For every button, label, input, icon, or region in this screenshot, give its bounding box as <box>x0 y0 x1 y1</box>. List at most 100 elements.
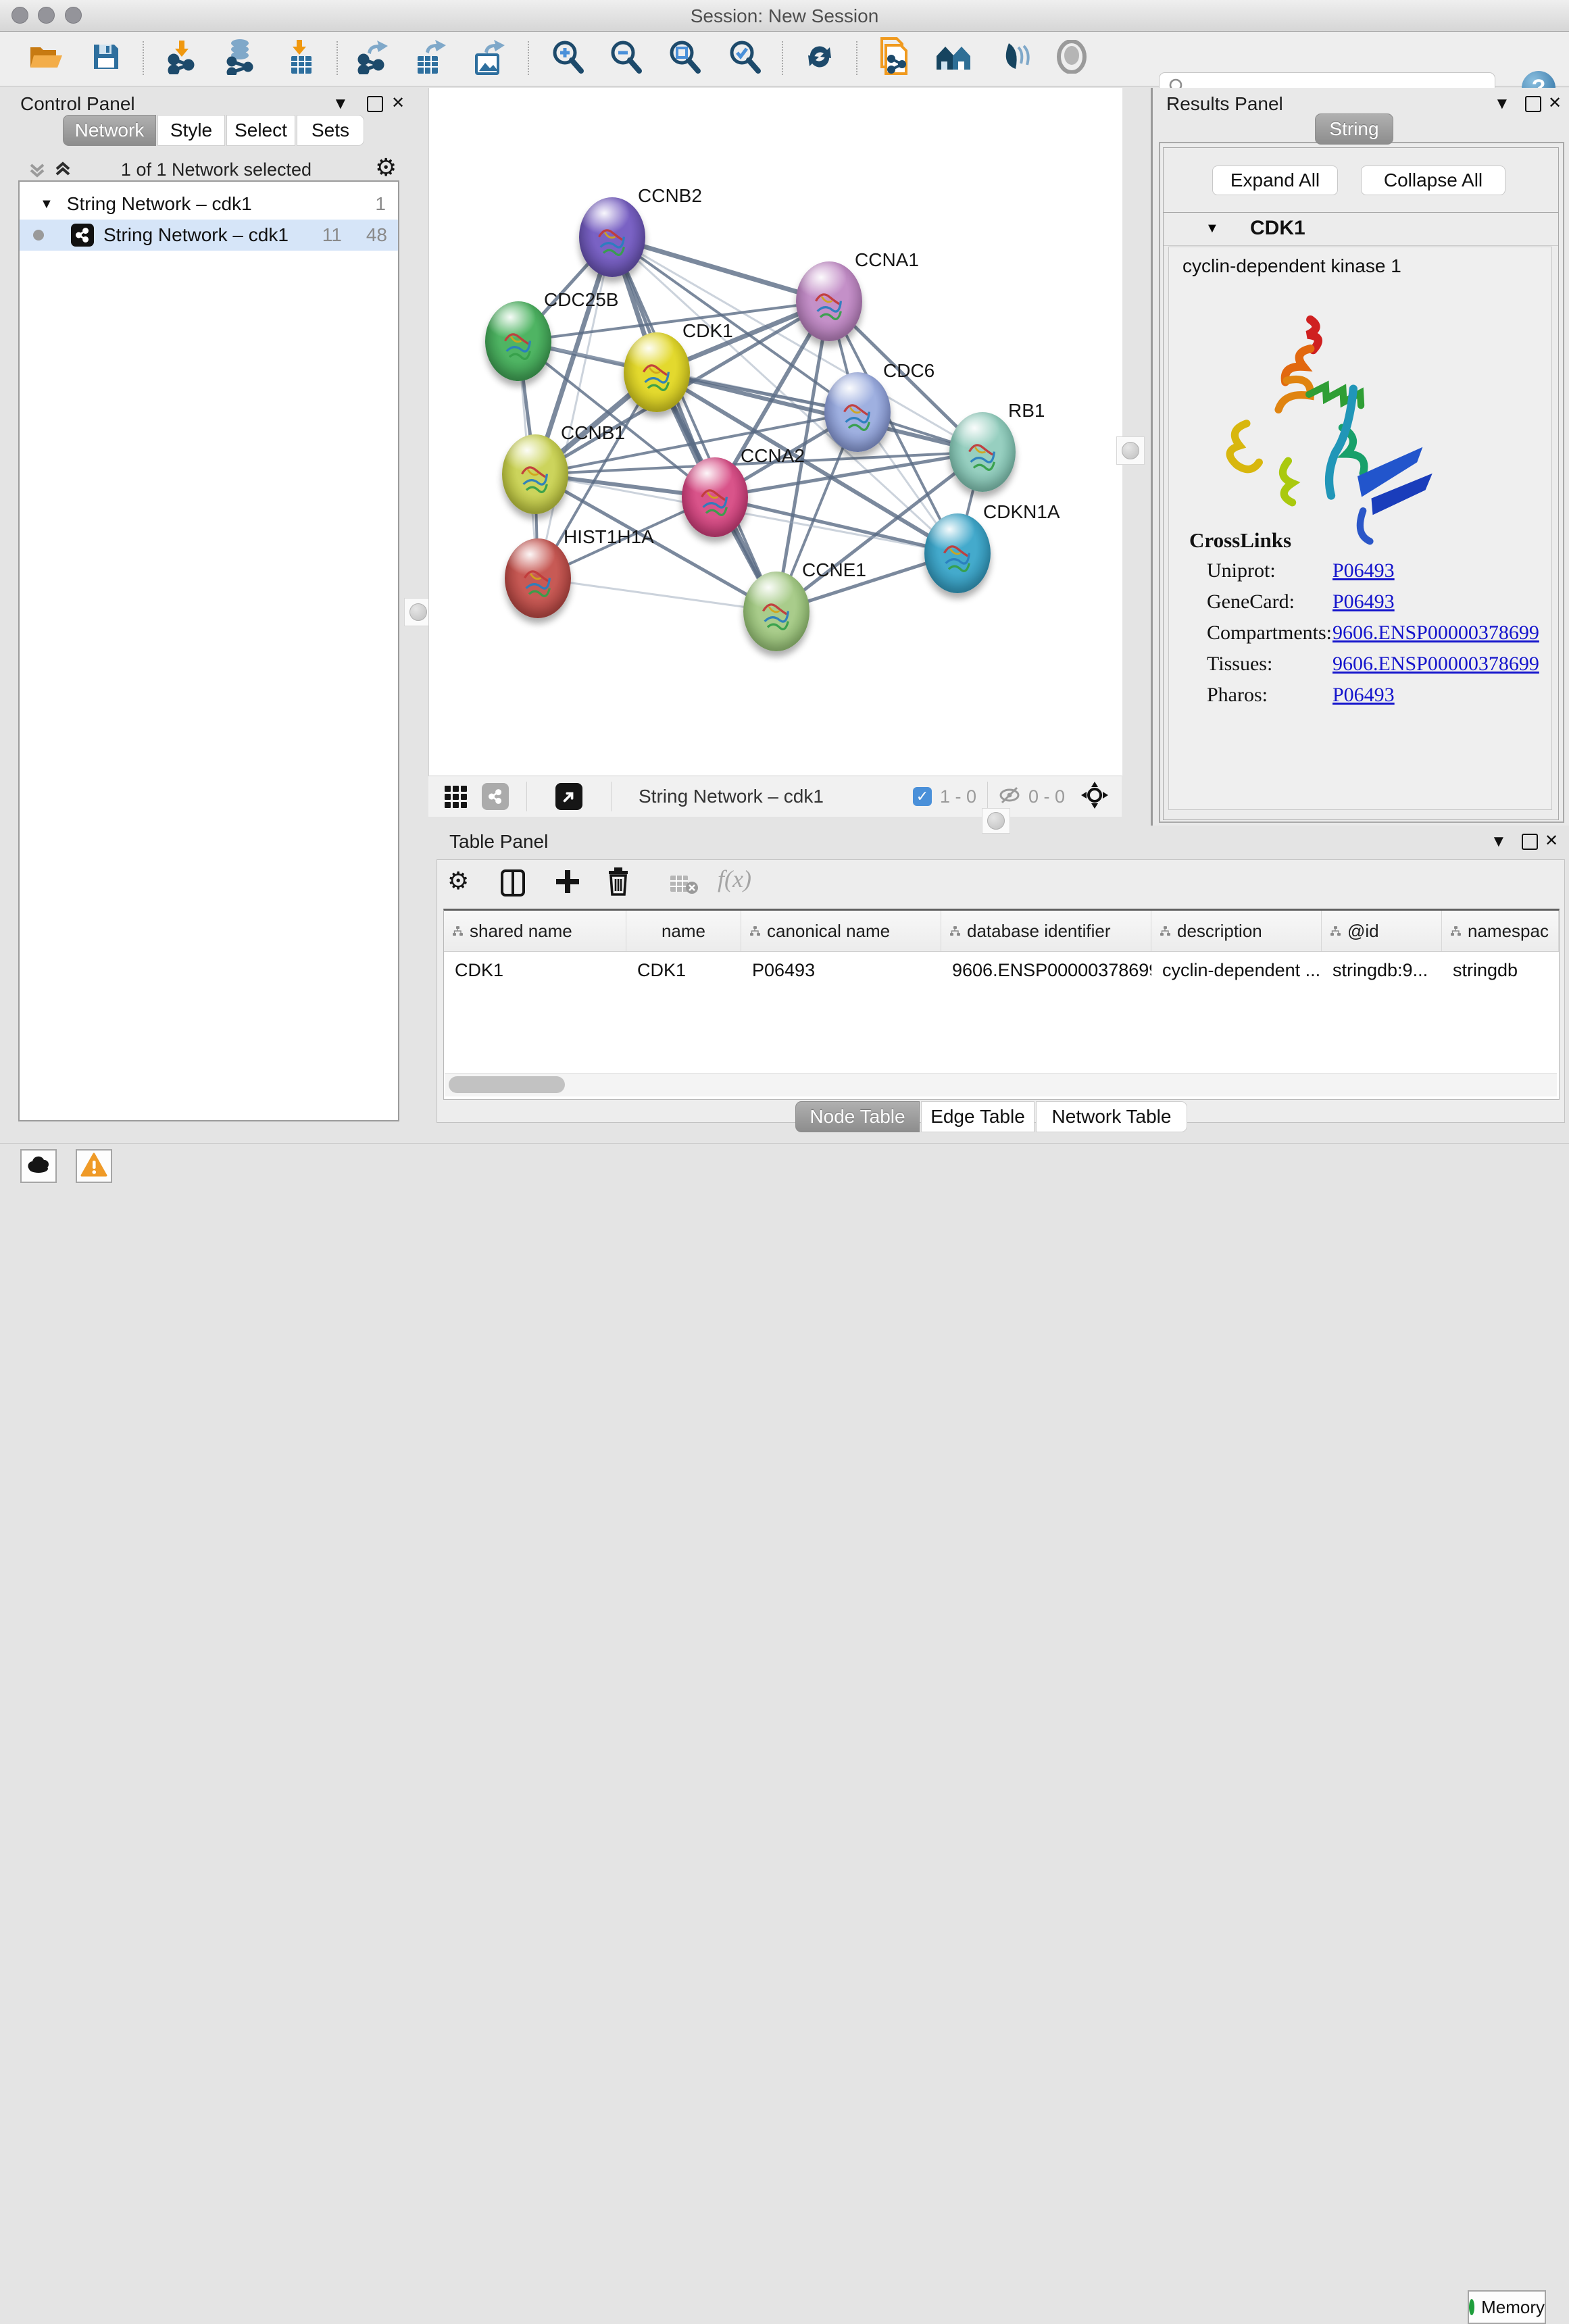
float-panel-icon[interactable] <box>367 96 383 112</box>
crosslink-link[interactable]: P06493 <box>1333 684 1395 707</box>
network-node-ccne1[interactable] <box>743 572 810 651</box>
cloud-status-button[interactable] <box>20 1149 57 1183</box>
zoom-fit-button[interactable] <box>665 39 704 78</box>
crosslink-link[interactable]: 9606.ENSP00000378699 <box>1333 622 1539 645</box>
navigator-crosshair-icon[interactable] <box>1080 780 1110 813</box>
section-expander-icon[interactable]: ▼ <box>1205 221 1219 236</box>
tab-select[interactable]: Select <box>226 115 295 146</box>
network-node-ccna1[interactable] <box>796 261 862 341</box>
network-canvas[interactable]: CCNB2CCNA1CDC25BCDK1CDC6RB1CCNB1CCNA2CDK… <box>428 88 1122 776</box>
status-bar: Memory <box>0 1143 1569 1186</box>
tab-style[interactable]: Style <box>157 115 225 146</box>
open-in-window-icon[interactable] <box>555 783 582 810</box>
tab-network[interactable]: Network <box>63 115 156 146</box>
save-session-button[interactable] <box>86 39 126 78</box>
network-node-cdc25b[interactable] <box>485 301 551 381</box>
delete-table-icon <box>669 873 699 898</box>
export-table-button[interactable] <box>411 39 450 78</box>
network-node-cdk1[interactable] <box>624 332 690 412</box>
zoom-out-button[interactable] <box>606 39 645 78</box>
float-panel-icon[interactable] <box>1525 96 1541 112</box>
import-network-file-button[interactable] <box>163 39 202 78</box>
network-edge <box>715 497 957 553</box>
hidden-eye-icon <box>997 785 1022 809</box>
table-cell[interactable]: P06493 <box>741 952 941 988</box>
export-image-button[interactable] <box>470 39 509 78</box>
table-options-gear-icon[interactable]: ⚙ <box>447 867 469 895</box>
column-header-namespac[interactable]: namespac <box>1442 911 1559 951</box>
copy-network-button[interactable] <box>874 39 914 78</box>
network-node-rb1[interactable] <box>949 412 1016 492</box>
column-header--id[interactable]: @id <box>1322 911 1442 951</box>
crosslink-link[interactable]: 9606.ENSP00000378699 <box>1333 653 1539 676</box>
control-panel: Control Panel ▼ ✕ Network Style Select S… <box>7 88 416 1128</box>
network-options-gear-icon[interactable]: ⚙ <box>375 154 397 182</box>
delete-column-trash-icon[interactable] <box>605 866 631 899</box>
scrollbar-thumb[interactable] <box>449 1076 565 1093</box>
close-panel-icon[interactable]: ✕ <box>1545 831 1558 851</box>
zoom-in-button[interactable] <box>548 39 587 78</box>
column-label: canonical name <box>767 921 890 942</box>
table-tabs: Node Table Edge Table Network Table <box>795 1101 1187 1132</box>
import-network-database-button[interactable] <box>220 39 259 78</box>
show-columns-icon[interactable] <box>500 869 526 901</box>
network-node-cdkn1a[interactable] <box>924 513 991 593</box>
tab-edge-table[interactable]: Edge Table <box>921 1101 1035 1132</box>
right-splitter-handle[interactable] <box>1116 436 1145 465</box>
crosslink-row: Pharos:P06493 <box>1207 684 1395 707</box>
column-header-canonical-name[interactable]: canonical name <box>741 911 941 951</box>
open-session-button[interactable] <box>26 39 66 78</box>
network-node-ccnb2[interactable] <box>579 197 645 277</box>
collapse-all-button[interactable]: Collapse All <box>1361 166 1505 195</box>
table-cell[interactable]: CDK1 <box>626 952 741 988</box>
table-cell[interactable]: stringdb:9... <box>1322 952 1442 988</box>
network-node-cdc6[interactable] <box>824 372 891 452</box>
table-cell[interactable]: stringdb <box>1442 952 1559 988</box>
memory-button[interactable]: Memory <box>1468 2290 1546 2324</box>
network-node-ccna2[interactable] <box>682 457 748 537</box>
warning-status-button[interactable] <box>76 1149 112 1183</box>
tab-node-table[interactable]: Node Table <box>795 1101 920 1132</box>
float-panel-icon[interactable] <box>1522 834 1538 850</box>
column-header-database-identifier[interactable]: database identifier <box>941 911 1151 951</box>
refresh-layout-button[interactable] <box>800 39 839 78</box>
expand-all-button[interactable]: Expand All <box>1212 166 1338 195</box>
network-node-hist1h1a[interactable] <box>505 538 571 618</box>
tab-string[interactable]: String <box>1315 113 1393 145</box>
zoom-selected-button[interactable] <box>725 39 764 78</box>
import-table-button[interactable] <box>282 39 321 78</box>
presentation-button[interactable] <box>1052 39 1091 78</box>
network-node-ccnb1[interactable] <box>502 434 568 514</box>
tab-sets[interactable]: Sets <box>297 115 364 146</box>
export-network-button[interactable] <box>353 39 392 78</box>
column-header-shared-name[interactable]: shared name <box>444 911 626 951</box>
string-style-icon[interactable] <box>482 783 509 810</box>
table-cell[interactable]: cyclin-dependent ... <box>1151 952 1322 988</box>
selected-checkbox-icon[interactable]: ✓ <box>913 787 932 806</box>
table-cell[interactable]: 9606.ENSP00000378699 <box>941 952 1151 988</box>
column-header-name[interactable]: name <box>626 911 741 951</box>
birds-eye-grid-icon[interactable] <box>445 786 467 808</box>
table-cell[interactable]: CDK1 <box>444 952 626 988</box>
tab-network-table[interactable]: Network Table <box>1036 1101 1187 1132</box>
network-collection-row[interactable]: ▼ String Network – cdk1 1 <box>20 188 398 220</box>
network-row-selected[interactable]: String Network – cdk1 11 48 <box>20 220 398 251</box>
homes-button[interactable] <box>935 39 974 78</box>
hide-show-button[interactable] <box>993 39 1032 78</box>
crosslink-link[interactable]: P06493 <box>1333 590 1395 613</box>
collapse-panel-icon[interactable]: ▼ <box>1491 832 1507 851</box>
table-row[interactable]: CDK1CDK1P064939606.ENSP00000378699cyclin… <box>444 952 1559 988</box>
gene-section-header[interactable]: ▼ CDK1 <box>1164 213 1558 246</box>
close-panel-icon[interactable]: ✕ <box>391 93 405 113</box>
control-panel-title: Control Panel <box>20 93 135 115</box>
node-label-ccnb1: CCNB1 <box>561 422 625 444</box>
close-panel-icon[interactable]: ✕ <box>1548 93 1562 113</box>
column-header-description[interactable]: description <box>1151 911 1322 951</box>
export-table-icon <box>414 39 447 78</box>
create-column-icon[interactable] <box>554 867 581 899</box>
crosslink-link[interactable]: P06493 <box>1333 559 1395 582</box>
collection-expander-icon[interactable]: ▼ <box>40 197 53 212</box>
collapse-panel-icon[interactable]: ▼ <box>1494 95 1510 113</box>
collapse-panel-icon[interactable]: ▼ <box>332 95 349 113</box>
netbar-separator <box>526 782 527 811</box>
